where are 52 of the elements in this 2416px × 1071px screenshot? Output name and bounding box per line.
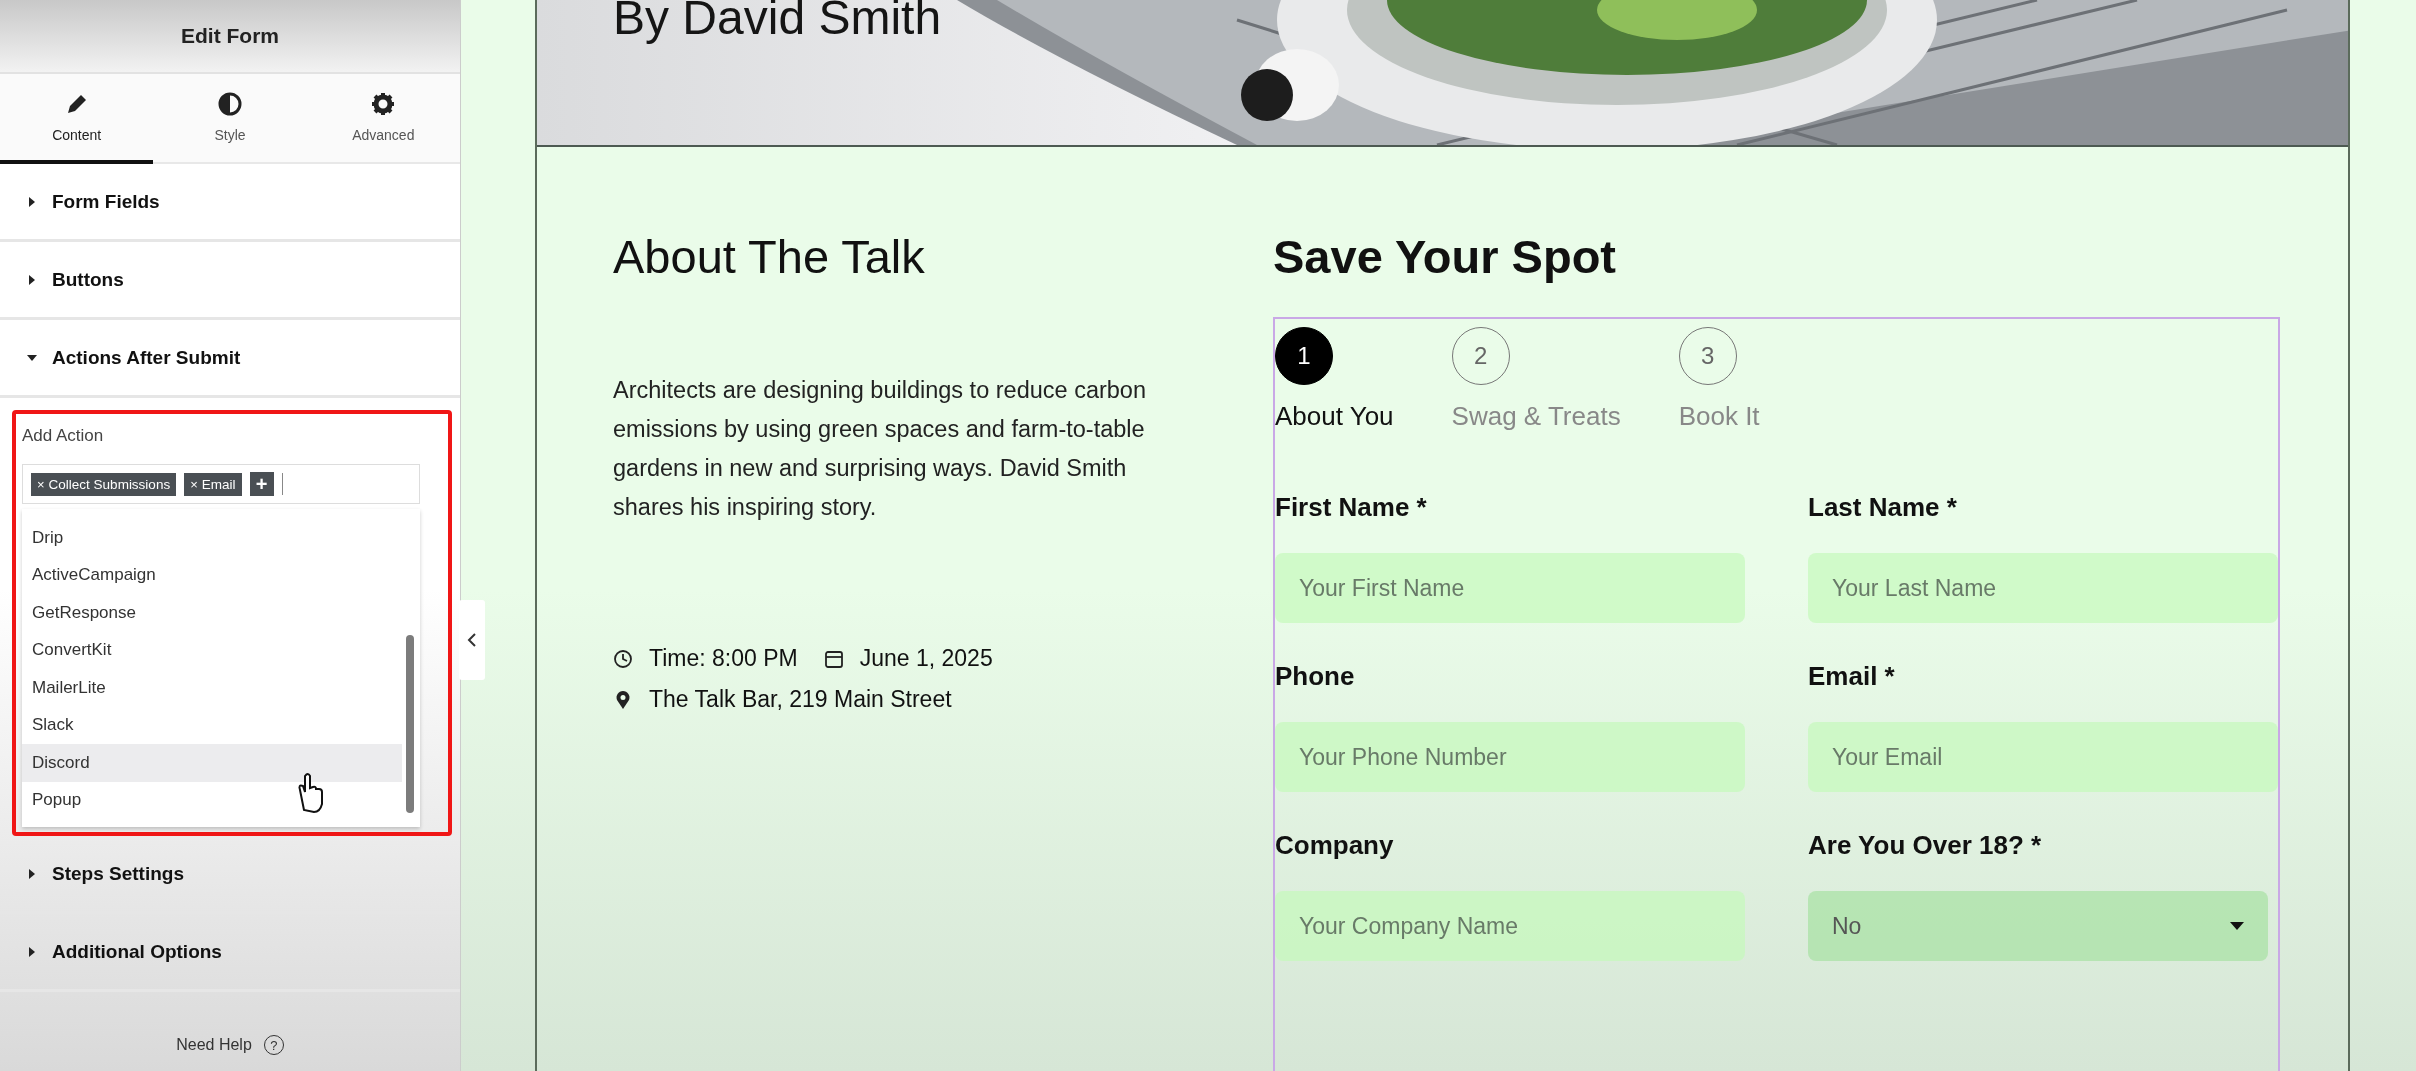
text-cursor xyxy=(281,473,283,495)
step-label: Swag & Treats xyxy=(1451,401,1621,432)
text-input[interactable]: Your Company Name xyxy=(1275,891,1745,961)
description-text: Architects are designing buildings to reduce carbon emissions by using green spaces and farm-to-table gardens in new and surprising ways. David Smith shares his inspiring story. xyxy=(613,376,1147,522)
step-indicator[interactable]: 1 xyxy=(1275,327,1333,385)
text-input[interactable]: Your Phone Number xyxy=(1275,722,1745,792)
text-input[interactable]: Your Email xyxy=(1808,722,2278,792)
remove-tag-button[interactable]: × xyxy=(37,476,45,492)
dropdown-option[interactable]: GetResponse xyxy=(22,594,402,632)
add-tag-button[interactable]: + xyxy=(249,472,274,496)
panel-title: Edit Form xyxy=(0,0,460,74)
panel-tab[interactable]: Content xyxy=(0,74,154,164)
field-label: Last Name * xyxy=(1808,492,1958,523)
field-label: Company xyxy=(1275,830,1395,861)
step-label: Book It xyxy=(1678,401,1760,432)
caret-down-icon xyxy=(2230,922,2244,930)
field-label: Email * xyxy=(1808,661,1896,692)
field-label: Are You Over 18? * xyxy=(1808,830,2043,861)
select-field[interactable]: No xyxy=(1808,891,2268,961)
field-label: Phone xyxy=(1275,661,1356,692)
calendar-icon xyxy=(823,648,844,669)
tag-chip[interactable]: × Email xyxy=(184,472,242,496)
dropdown-option[interactable]: ConvertKit xyxy=(22,631,402,669)
section-heading: About The Talk xyxy=(613,229,926,285)
panel-tab[interactable]: Style xyxy=(153,74,307,164)
text-input[interactable]: Your First Name xyxy=(1275,553,1745,623)
dropdown-option[interactable]: ActiveCampaign xyxy=(22,556,402,594)
dropdown-option[interactable]: MailerLite xyxy=(22,669,402,707)
panel-tab[interactable]: Advanced xyxy=(306,74,460,164)
event-location: The Talk Bar, 219 Main Street xyxy=(649,686,952,713)
tag-input-field[interactable]: × Collect Submissions × Email + xyxy=(22,464,420,504)
event-time: Time: 8:00 PM xyxy=(649,645,798,672)
tag-label: Email xyxy=(201,476,236,492)
collapse-handle[interactable] xyxy=(459,600,485,680)
remove-tag-button[interactable]: × xyxy=(190,476,198,492)
settings-icon xyxy=(370,91,397,117)
scrollbar-thumb[interactable] xyxy=(406,635,414,813)
help-link[interactable]: Need Help xyxy=(176,1036,252,1054)
dropdown-option[interactable]: Discord xyxy=(22,744,402,782)
form-heading: Save Your Spot xyxy=(1273,229,1618,285)
step-label: About You xyxy=(1275,401,1394,432)
tag-label: Collect Submissions xyxy=(48,476,171,492)
contrast-icon xyxy=(217,91,243,117)
field-label: Add Action xyxy=(22,426,105,446)
dropdown-option[interactable]: Slack xyxy=(22,706,402,744)
dropdown-option[interactable]: Drip xyxy=(22,519,402,557)
field-label: First Name * xyxy=(1275,492,1428,523)
clock-icon xyxy=(613,648,633,669)
dropdown-option[interactable]: Popup xyxy=(22,781,402,819)
text-input[interactable]: Your Last Name xyxy=(1808,553,2278,623)
event-date: June 1, 2025 xyxy=(859,645,993,672)
tag-chip[interactable]: × Collect Submissions xyxy=(31,472,177,496)
